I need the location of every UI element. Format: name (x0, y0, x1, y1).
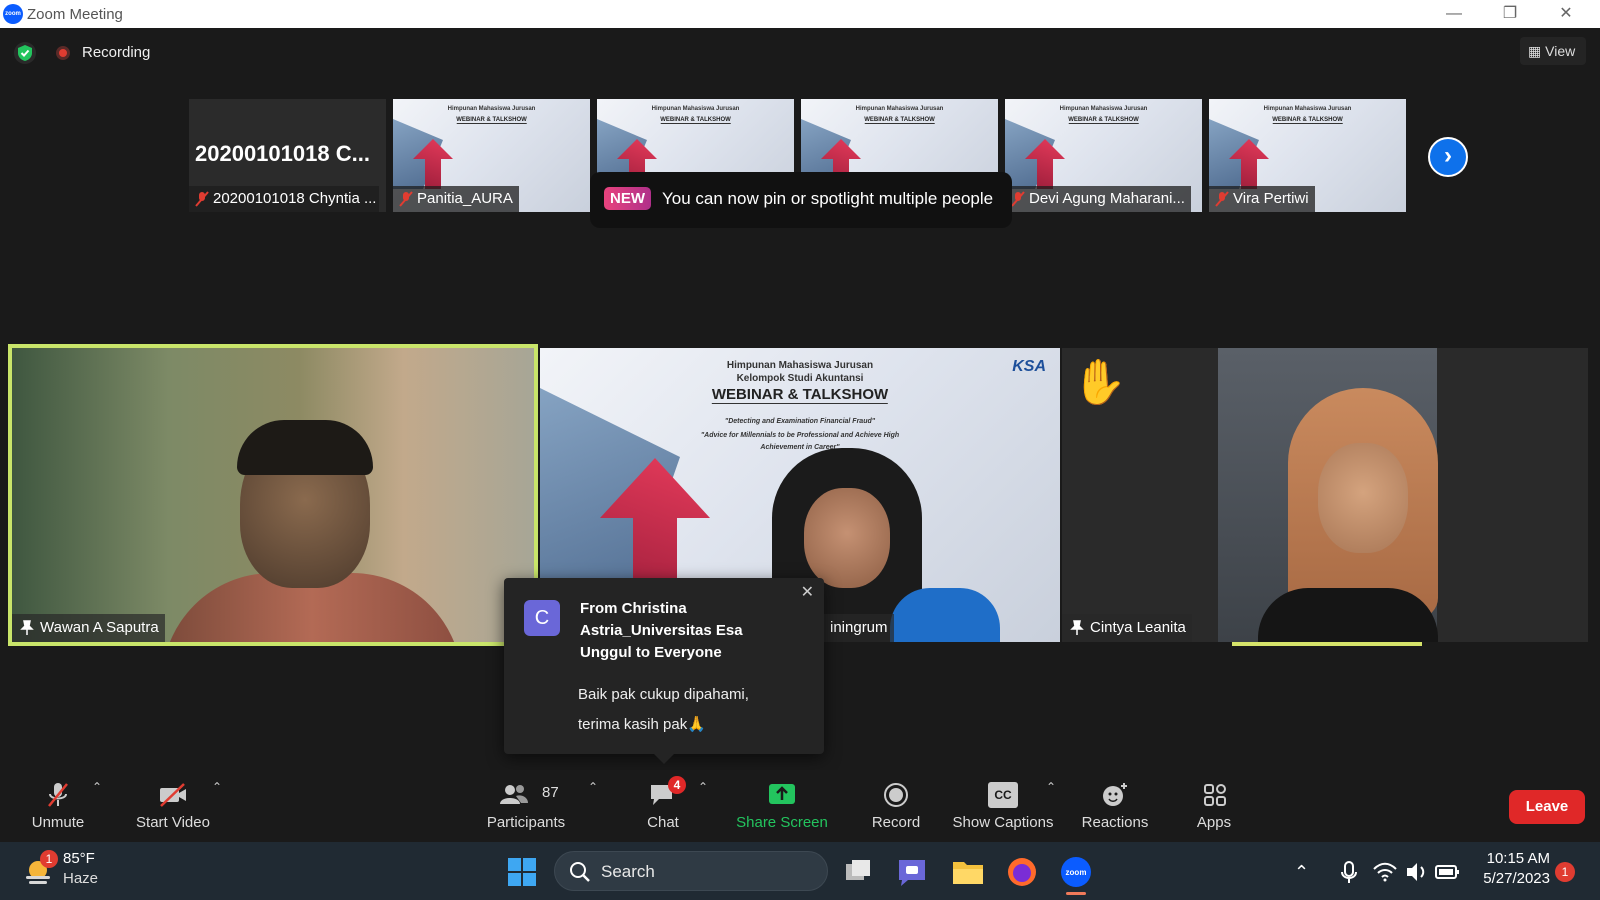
reactions-button[interactable]: Reactions (1070, 770, 1160, 842)
grid-icon: ▦ (1528, 43, 1542, 59)
pin-icon (20, 620, 34, 635)
chat-sender: From Christina Astria_Universitas Esa Un… (580, 600, 743, 661)
video-tile[interactable]: ✋ Cintya Leanita (1062, 348, 1588, 642)
muted-mic-icon (399, 191, 413, 207)
new-feature-tooltip: NEW You can now pin or spotlight multipl… (590, 172, 1012, 228)
camera-feed (1218, 348, 1438, 642)
chat-button[interactable]: 4 Chat (628, 770, 698, 842)
ksa-logo: KSA (1012, 358, 1046, 375)
muted-mic-icon (1215, 191, 1229, 207)
battery-icon[interactable] (1434, 854, 1460, 890)
file-explorer-icon[interactable] (950, 854, 986, 890)
video-options-chevron-up-icon[interactable]: ⌃ (212, 780, 222, 794)
raised-hand-icon: ✋ (1072, 358, 1127, 407)
muted-mic-icon (195, 191, 209, 207)
chat-notification-popup[interactable]: C From Christina Astria_Universitas Esa … (504, 578, 824, 764)
smiley-plus-icon (1103, 783, 1127, 806)
record-icon (884, 783, 908, 807)
video-tile-active-speaker[interactable]: Wawan A Saputra (8, 344, 538, 646)
tooltip-message: You can now pin or spotlight multiple pe… (662, 189, 994, 208)
share-screen-icon (769, 784, 795, 804)
participant-name: Wawan A Saputra (12, 614, 165, 642)
show-captions-button[interactable]: CC Show Captions (950, 770, 1056, 842)
firefox-icon[interactable] (1004, 854, 1040, 890)
windows-start-icon[interactable] (504, 854, 540, 890)
clock-time[interactable]: 10:15 AM (1478, 850, 1550, 867)
participant-name: iningrum (824, 614, 894, 642)
thumbnail-tile[interactable]: Himpunan Mahasiswa Jurusan WEBINAR & TAL… (1209, 99, 1406, 212)
participant-name: Cintya Leanita (1062, 614, 1192, 642)
minimize-button[interactable]: — (1426, 0, 1482, 28)
chat-badge: 4 (668, 776, 686, 794)
weather-badge: 1 (40, 850, 58, 868)
start-video-button[interactable]: Start Video (128, 770, 218, 842)
thumbnail-name: Panitia_AURA (393, 186, 519, 212)
apps-button[interactable]: Apps (1174, 770, 1254, 842)
record-button[interactable]: Record (856, 770, 936, 842)
close-window-button[interactable]: ✕ (1538, 0, 1594, 28)
weather-desc: Haze (63, 870, 99, 887)
participants-icon (500, 785, 529, 804)
captions-chevron-up-icon[interactable]: ⌃ (1046, 780, 1056, 794)
view-label: View (1545, 43, 1576, 59)
task-view-icon[interactable] (840, 854, 876, 890)
volume-icon[interactable] (1404, 854, 1430, 890)
avatar: C (524, 600, 560, 636)
audio-options-chevron-up-icon[interactable]: ⌃ (92, 780, 102, 794)
notification-badge[interactable]: 1 (1555, 862, 1575, 882)
thumbnail-tile[interactable]: Himpunan Mahasiswa Jurusan WEBINAR & TAL… (1005, 99, 1202, 212)
speaking-indicator (1232, 642, 1422, 646)
taskbar-search-box[interactable]: Search (554, 851, 828, 891)
microphone-icon[interactable] (1336, 854, 1362, 890)
zoom-logo-icon: zoom (3, 4, 23, 24)
close-icon[interactable]: ✕ (801, 582, 814, 602)
apps-icon (1204, 784, 1226, 806)
next-page-chevron-right-icon[interactable]: › (1428, 137, 1468, 177)
security-shield-icon[interactable] (14, 42, 36, 64)
wifi-icon[interactable] (1372, 854, 1398, 890)
weather-widget[interactable]: 1 (20, 850, 58, 890)
video-off-icon (160, 783, 186, 807)
chat-message: Baik pak cukup dipahami, terima kasih pa… (578, 686, 749, 733)
weather-temp: 85°F (63, 850, 95, 867)
closed-captions-icon: CC (988, 782, 1018, 808)
muted-mic-icon (48, 783, 68, 807)
meeting-toolbar: Unmute ⌃ Start Video ⌃ 87 Participants ⌃… (0, 770, 1600, 842)
thumbnail-tile[interactable]: Himpunan Mahasiswa Jurusan WEBINAR & TAL… (393, 99, 590, 212)
share-screen-button[interactable]: Share Screen (732, 770, 832, 842)
muted-mic-icon (1011, 191, 1025, 207)
show-hidden-icons-chevron-up-icon[interactable]: ⌃ (1294, 854, 1320, 890)
search-icon (570, 862, 590, 882)
search-label: Search (601, 862, 655, 881)
restore-button[interactable]: ❐ (1482, 0, 1538, 28)
new-badge: NEW (604, 187, 651, 210)
unmute-button[interactable]: Unmute (18, 770, 98, 842)
recording-label: Recording (82, 44, 151, 61)
clock-date[interactable]: 5/27/2023 (1470, 870, 1550, 887)
thumbnail-name: Devi Agung Maharani... (1005, 186, 1191, 212)
participants-chevron-up-icon[interactable]: ⌃ (588, 780, 598, 794)
svg-text:zoom: zoom (1066, 868, 1087, 877)
participants-count: 87 (542, 784, 559, 801)
teams-chat-icon[interactable] (894, 854, 930, 890)
recording-dot-icon (56, 46, 70, 60)
zoom-taskbar-icon[interactable]: zoom (1058, 854, 1094, 895)
thumbnail-big-name: 20200101018 C... (195, 141, 370, 166)
leave-button[interactable]: Leave (1509, 790, 1585, 824)
participants-button[interactable]: 87 Participants (478, 770, 574, 842)
window-title: Zoom Meeting (27, 6, 123, 23)
pin-icon (1070, 620, 1084, 635)
chat-chevron-up-icon[interactable]: ⌃ (698, 780, 708, 794)
thumbnail-tile[interactable]: 20200101018 C... 20200101018 Chyntia ... (189, 99, 386, 212)
view-button[interactable]: ▦ View (1520, 37, 1586, 65)
thumbnail-name: Vira Pertiwi (1209, 186, 1315, 212)
thumbnail-name: 20200101018 Chyntia ... (189, 186, 379, 212)
title-bar: zoom Zoom Meeting — ❐ ✕ (0, 0, 1600, 28)
